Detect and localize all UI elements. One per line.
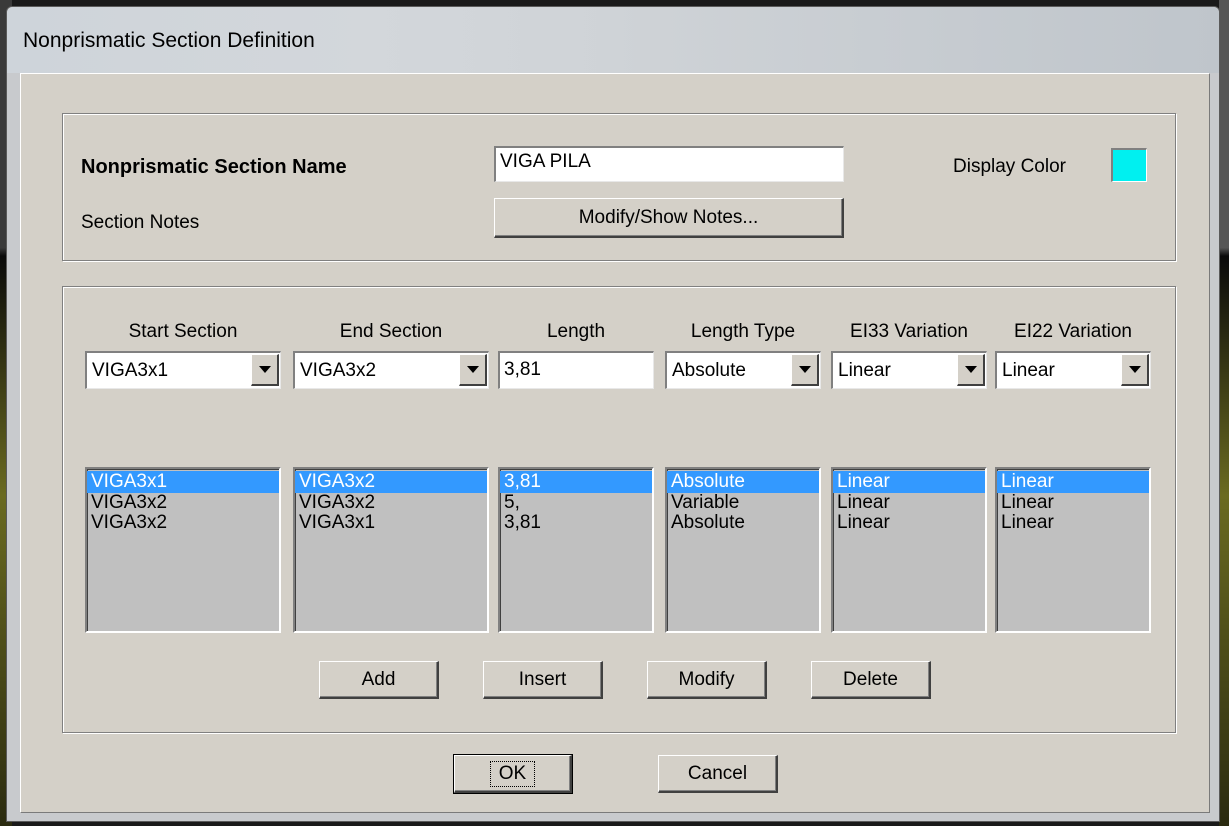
- modify-show-notes-label: Modify/Show Notes...: [578, 206, 759, 228]
- insert-button-label: Insert: [518, 668, 567, 690]
- list-item[interactable]: VIGA3x2: [295, 471, 487, 493]
- modify-button[interactable]: Modify: [647, 661, 767, 699]
- window-title: Nonprismatic Section Definition: [23, 29, 315, 52]
- display-color-label: Display Color: [953, 156, 1066, 177]
- cancel-button-label: Cancel: [687, 762, 748, 784]
- length-type-select[interactable]: Absolute: [665, 351, 821, 389]
- length-type-value: Absolute: [672, 360, 746, 381]
- insert-button[interactable]: Insert: [483, 661, 603, 699]
- list-item[interactable]: VIGA3x2: [295, 493, 487, 513]
- list-item[interactable]: Linear: [997, 493, 1149, 513]
- section-notes-label: Section Notes: [81, 212, 200, 233]
- ei22-variation-value: Linear: [1002, 360, 1055, 381]
- end-section-value: VIGA3x2: [300, 360, 377, 381]
- list-item[interactable]: Linear: [833, 493, 985, 513]
- start-section-header: Start Section: [128, 321, 238, 342]
- list-item[interactable]: VIGA3x1: [295, 513, 487, 533]
- dialog-client-area: Nonprismatic Section Name VIGA PILA Disp…: [20, 73, 1210, 813]
- section-info-group: Nonprismatic Section Name VIGA PILA Disp…: [62, 113, 1176, 261]
- end-section-header: End Section: [339, 321, 443, 342]
- segments-group: Start Section VIGA3x1 VIGA3x1 VIGA3x2 VI…: [62, 286, 1176, 733]
- length-type-header: Length Type: [690, 321, 796, 342]
- start-section-select[interactable]: VIGA3x1: [85, 351, 281, 389]
- add-button[interactable]: Add: [319, 661, 439, 699]
- modify-button-label: Modify: [678, 668, 735, 690]
- ei33-variation-list[interactable]: Linear Linear Linear: [831, 467, 987, 633]
- list-item[interactable]: 3,81: [500, 513, 652, 533]
- chevron-down-icon[interactable]: [791, 354, 819, 386]
- ok-button-label: OK: [489, 760, 536, 787]
- delete-button-label: Delete: [843, 668, 898, 690]
- list-item[interactable]: Linear: [833, 513, 985, 533]
- cancel-button[interactable]: Cancel: [658, 755, 778, 793]
- list-item[interactable]: 3,81: [500, 471, 652, 493]
- add-button-label: Add: [361, 668, 396, 690]
- list-item[interactable]: Absolute: [667, 471, 819, 493]
- list-item[interactable]: Absolute: [667, 513, 819, 533]
- list-item[interactable]: Variable: [667, 493, 819, 513]
- chevron-down-icon[interactable]: [459, 354, 487, 386]
- display-color-swatch[interactable]: [1111, 148, 1147, 182]
- chevron-down-icon[interactable]: [251, 354, 279, 386]
- ei33-variation-value: Linear: [838, 360, 891, 381]
- start-section-value: VIGA3x1: [92, 360, 169, 381]
- ei22-variation-header: EI22 Variation: [1014, 321, 1132, 342]
- length-input[interactable]: 3,81: [498, 351, 654, 389]
- length-header: Length: [546, 321, 606, 342]
- length-type-list[interactable]: Absolute Variable Absolute: [665, 467, 821, 633]
- delete-button[interactable]: Delete: [811, 661, 931, 699]
- list-item[interactable]: VIGA3x1: [87, 471, 279, 493]
- list-item[interactable]: Linear: [997, 513, 1149, 533]
- list-item[interactable]: Linear: [997, 471, 1149, 493]
- start-section-list[interactable]: VIGA3x1 VIGA3x2 VIGA3x2: [85, 467, 281, 633]
- ei22-variation-select[interactable]: Linear: [995, 351, 1151, 389]
- background-right: [1219, 0, 1229, 826]
- dialog-window: Nonprismatic Section Definition Nonprism…: [6, 6, 1220, 822]
- end-section-list[interactable]: VIGA3x2 VIGA3x2 VIGA3x1: [293, 467, 489, 633]
- section-name-label: Nonprismatic Section Name: [81, 156, 347, 178]
- ok-button[interactable]: OK: [453, 754, 573, 794]
- list-item[interactable]: VIGA3x2: [87, 513, 279, 533]
- chevron-down-icon[interactable]: [1121, 354, 1149, 386]
- chevron-down-icon[interactable]: [957, 354, 985, 386]
- list-item[interactable]: Linear: [833, 471, 985, 493]
- section-name-input[interactable]: VIGA PILA: [494, 146, 844, 182]
- list-item[interactable]: VIGA3x2: [87, 493, 279, 513]
- ei33-variation-select[interactable]: Linear: [831, 351, 987, 389]
- ei22-variation-list[interactable]: Linear Linear Linear: [995, 467, 1151, 633]
- ei33-variation-header: EI33 Variation: [850, 321, 968, 342]
- end-section-select[interactable]: VIGA3x2: [293, 351, 489, 389]
- title-bar[interactable]: Nonprismatic Section Definition: [7, 7, 1219, 73]
- modify-show-notes-button[interactable]: Modify/Show Notes...: [494, 198, 844, 238]
- length-list[interactable]: 3,81 5, 3,81: [498, 467, 654, 633]
- list-item[interactable]: 5,: [500, 493, 652, 513]
